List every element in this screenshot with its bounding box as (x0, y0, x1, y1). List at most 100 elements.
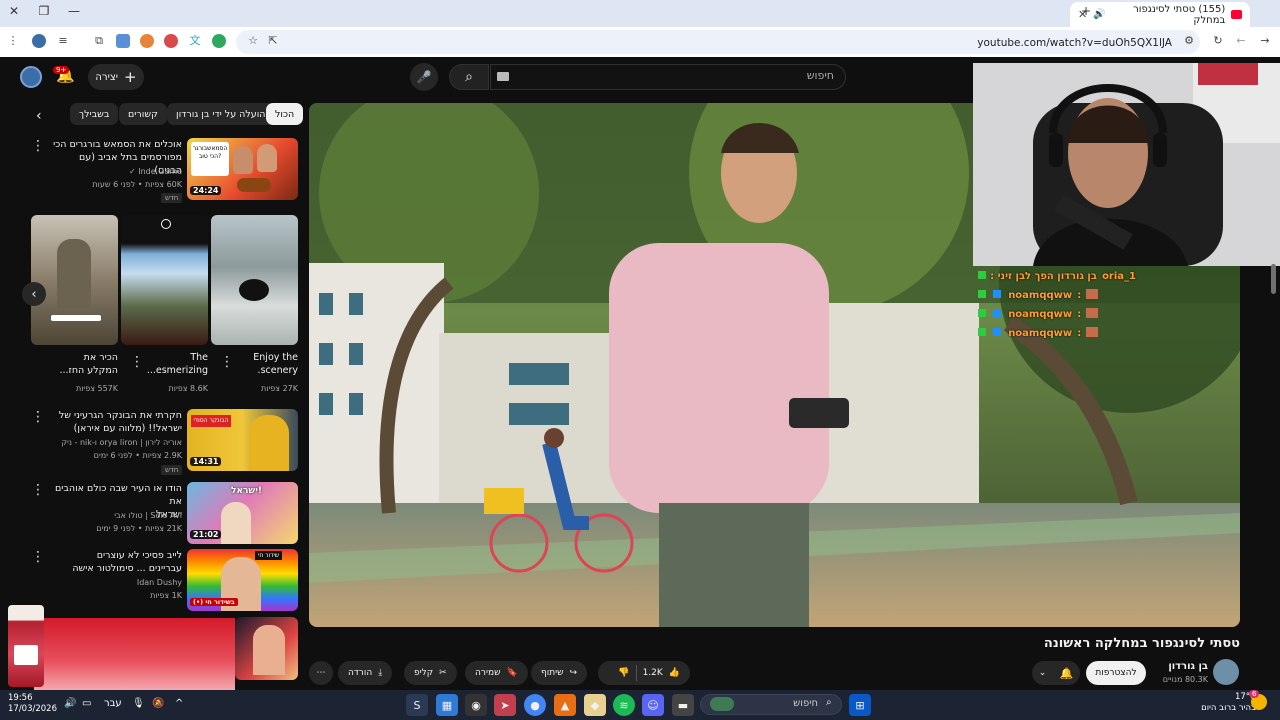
profile-icon[interactable] (32, 34, 46, 48)
window-minimize-icon[interactable]: — (64, 4, 84, 18)
browser-menu-icon[interactable]: ⋮ (6, 34, 20, 48)
save-button[interactable]: 🔖 שמירה (465, 661, 528, 685)
download-button[interactable]: ⤓ הורדה (338, 661, 393, 685)
taskbar-app-icon[interactable]: ◉ (465, 694, 487, 716)
video-title[interactable]: לייב פסיכי לא עוצרים עבריינים ... סימולט… (52, 549, 182, 575)
search-button[interactable]: ⌕ (449, 64, 489, 90)
short-more-icon[interactable]: ⋮ (220, 354, 234, 370)
taskbar-telegram-icon[interactable]: ➤ (494, 694, 516, 716)
short-title[interactable]: הכיר את המקלע החז... (48, 351, 118, 377)
more-actions-icon[interactable]: ⋮ (31, 138, 45, 154)
channel-avatar[interactable] (1213, 659, 1239, 685)
more-actions-icon[interactable]: ⋮ (31, 409, 45, 425)
weather-temp: 17°C (1234, 692, 1256, 702)
channel-name[interactable]: Solo Avi | טולו אבי (114, 510, 182, 522)
cast-icon[interactable]: ⇱ (266, 34, 280, 48)
voice-search-mic-icon[interactable]: 🎤 (410, 63, 438, 91)
chip-all[interactable]: הכול (266, 103, 304, 125)
page-scrollbar[interactable] (1271, 264, 1276, 294)
taskbar-app2-icon[interactable]: ◆ (584, 694, 606, 716)
like-icon[interactable]: 👍 (669, 668, 680, 678)
extension-red-icon[interactable] (164, 34, 178, 48)
notification-off-icon[interactable]: 🔕 (152, 698, 164, 709)
browser-tab-active[interactable]: (155) טסתי לסינגפור במחלק 🔊 ✕ (1070, 2, 1250, 27)
thumbnail-person (221, 502, 251, 544)
network-icon[interactable]: ▭ (82, 698, 91, 709)
chip-for-you[interactable]: בשבילך (70, 103, 119, 125)
forward-icon[interactable]: ← (1234, 34, 1248, 48)
thumbnail-burger (237, 178, 271, 192)
clip-button[interactable]: ✂ קליפ (404, 661, 457, 685)
extension-screen-icon[interactable] (116, 34, 130, 48)
join-button[interactable]: להצטרפות (1086, 661, 1146, 685)
address-url[interactable]: youtube.com/watch?v=duOh5QX1lJA (977, 37, 1172, 49)
extension-icon[interactable]: ≡ (56, 34, 70, 48)
extensions-puzzle-icon[interactable]: ⧉ (92, 34, 106, 48)
bookmark-star-icon[interactable]: ☆ (246, 34, 260, 48)
taskbar-clock[interactable]: 19:56 17/03/2026 (8, 693, 57, 715)
mic-tray-icon[interactable]: 🎙 (132, 698, 145, 709)
like-dislike-button[interactable]: 👍 1.2K 👎 (598, 661, 690, 685)
more-actions-button[interactable]: ⋯ (309, 661, 333, 685)
shorts-scroll-left-icon[interactable]: ‹ (22, 282, 46, 306)
chips-scroll-left-icon[interactable]: ‹ (36, 108, 42, 124)
windows-start-icon[interactable]: ⊞ (849, 694, 871, 716)
more-actions-icon[interactable]: ⋮ (31, 482, 45, 498)
share-button[interactable]: ↪ שיתוף (531, 661, 588, 685)
window-restore-icon[interactable]: ❐ (34, 4, 54, 18)
short-thumbnail[interactable] (121, 215, 208, 345)
video-meta: 1K צפיות (150, 591, 182, 600)
tray-overflow-icon[interactable]: ^ (175, 698, 183, 709)
video-title-line: עבריינים ... סימולטור אישה (72, 563, 182, 574)
video-thumbnail[interactable] (235, 617, 298, 680)
channel-name-text: Inde Game (138, 167, 182, 176)
channel-name[interactable]: אוריה לירון | orya liron ו-nik - ניק (61, 437, 182, 449)
taskbar-discord-icon[interactable]: ☺ (642, 694, 664, 716)
video-thumbnail[interactable]: הבונקר הסודי 14:31 (187, 409, 298, 471)
search-highlight-image (710, 697, 734, 711)
channel-name-main[interactable]: בן גורדון (1168, 661, 1208, 672)
window-close-icon[interactable]: ✕ (4, 4, 24, 18)
taskbar-steam-icon[interactable]: S (406, 694, 428, 716)
video-thumbnail[interactable]: ישראל! 21:02 (187, 482, 298, 544)
emote-icon (1086, 326, 1099, 337)
short-thumbnail[interactable] (31, 215, 118, 345)
video-title-main: טסתי לסינגפור במחלקה ראשונה (1043, 636, 1240, 651)
taskbar-folder-icon[interactable]: ▬ (672, 694, 694, 716)
clock-time: 19:56 (8, 693, 33, 703)
ad-banner[interactable] (0, 605, 235, 690)
keyboard-icon[interactable] (497, 72, 509, 81)
extension-green-icon[interactable] (212, 34, 226, 48)
more-actions-icon[interactable]: ⋮ (31, 549, 45, 565)
video-thumbnail[interactable]: הסמאשבורגר הכי טוב? 24:24 (187, 138, 298, 200)
taskbar-apps-grid-icon[interactable]: ▦ (436, 694, 458, 716)
mod-badge-icon (978, 328, 986, 336)
site-settings-icon[interactable]: ⚙ (1182, 34, 1196, 48)
user-avatar[interactable] (20, 66, 42, 88)
taskbar-chrome-icon[interactable]: ● (524, 694, 546, 716)
channel-name[interactable]: Inde Game ✓ (129, 166, 182, 178)
video-thumbnail[interactable]: שידור חי (•) בשידור חי (187, 549, 298, 611)
search-input[interactable] (490, 64, 846, 90)
notification-settings-button[interactable]: ⌄ 🔔 (1032, 661, 1080, 685)
new-tab-button[interactable]: + (1076, 4, 1096, 18)
create-button[interactable]: יצירה + (88, 64, 144, 90)
chip-related[interactable]: קשורים (119, 103, 167, 125)
volume-icon[interactable]: 🔊 (64, 698, 76, 709)
chip-uploaded-by[interactable]: הועלה על ידי בן גורדון (167, 103, 275, 125)
dislike-icon[interactable]: 👎 (618, 668, 629, 678)
extension-orange-icon[interactable] (140, 34, 154, 48)
short-title[interactable]: The esmerizing... (138, 351, 208, 377)
reload-icon[interactable]: ↻ (1211, 34, 1225, 48)
language-indicator[interactable]: עבר (104, 698, 122, 709)
video-meta: 2.9K צפיות • לפני 6 ימים (93, 451, 182, 460)
video-title[interactable]: חקרתי את הבונקר הגרעיני של ישראל!! (מלוו… (52, 409, 182, 435)
back-icon[interactable]: → (1258, 34, 1272, 48)
short-more-icon[interactable]: ⋮ (130, 354, 144, 370)
taskbar-vlc-icon[interactable]: ▲ (554, 694, 576, 716)
short-thumbnail[interactable] (211, 215, 298, 345)
channel-name[interactable]: Idan Dushy (137, 577, 182, 589)
extension-translate-icon[interactable]: 文 (188, 34, 202, 48)
taskbar-spotify-icon[interactable]: ≋ (613, 694, 635, 716)
taskbar-weather[interactable]: 17°C בהיר ברוב היום (1201, 692, 1256, 714)
